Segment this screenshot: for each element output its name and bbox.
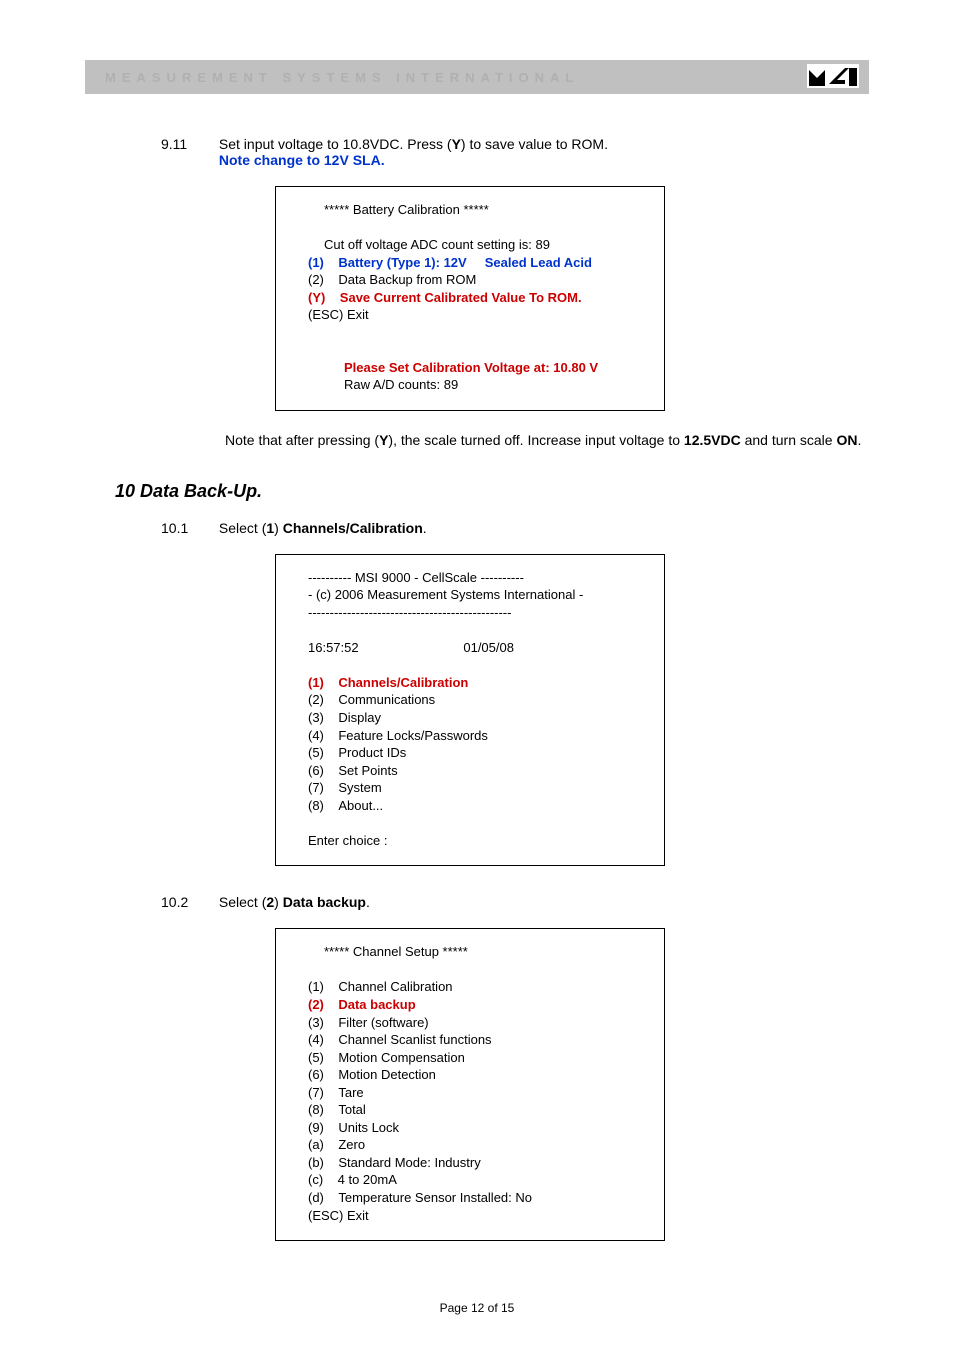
step-9-11: 9.11 Set input voltage to 10.8VDC. Press… <box>161 136 869 168</box>
page: MEASUREMENT SYSTEMS INTERNATIONAL 9.11 S… <box>0 0 954 1355</box>
header-bar: MEASUREMENT SYSTEMS INTERNATIONAL <box>85 60 869 94</box>
step-text: Select (1) Channels/Calibration. <box>219 520 839 536</box>
step-number: 10.1 <box>161 520 215 536</box>
msi-logo-icon <box>807 64 859 88</box>
post-step-note: Note that after pressing (Y), the scale … <box>225 431 905 451</box>
page-footer: Page 12 of 15 <box>85 1301 869 1315</box>
step-number: 10.2 <box>161 894 215 910</box>
step-10-2: 10.2 Select (2) Data backup. <box>161 894 869 910</box>
box-title: ***** Channel Setup ***** <box>324 943 654 961</box>
section-10-heading: 10 Data Back-Up. <box>115 481 869 502</box>
step-number: 9.11 <box>161 136 215 152</box>
cellscale-menu-box: ---------- MSI 9000 - CellScale --------… <box>275 554 665 867</box>
step-text: Select (2) Data backup. <box>219 894 839 910</box>
battery-calibration-box: ***** Battery Calibration ***** Cut off … <box>275 186 665 411</box>
box-title: ***** Battery Calibration ***** <box>324 201 654 219</box>
calibration-voltage-msg: Please Set Calibration Voltage at: 10.80… <box>344 359 654 377</box>
channel-setup-box: ***** Channel Setup ***** (1) Channel Ca… <box>275 928 665 1241</box>
change-note: Note change to 12V SLA. <box>219 152 385 168</box>
step-10-1: 10.1 Select (1) Channels/Calibration. <box>161 520 869 536</box>
step-text: Set input voltage to 10.8VDC. Press (Y) … <box>219 136 839 168</box>
header-company-text: MEASUREMENT SYSTEMS INTERNATIONAL <box>105 70 579 85</box>
